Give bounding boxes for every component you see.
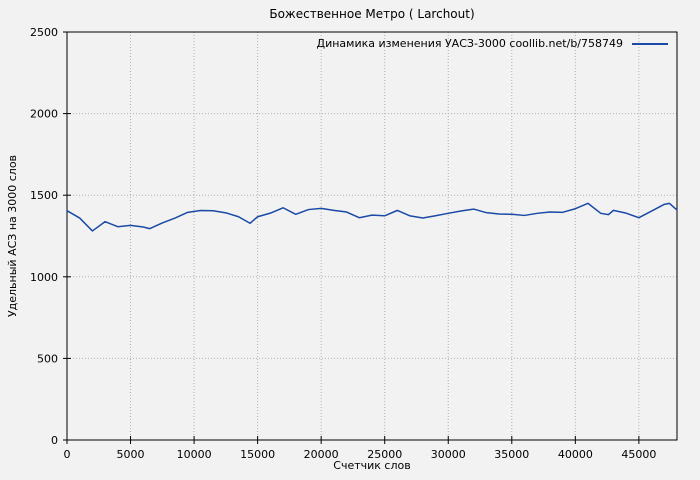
y-tick-label: 1000 — [30, 271, 58, 284]
plot-border — [66, 31, 678, 441]
y-tick-label: 2500 — [30, 26, 58, 39]
y-tick-label: 500 — [37, 352, 58, 365]
y-tick-label: 2000 — [30, 108, 58, 121]
x-axis-label: Счетчик слов — [333, 459, 411, 472]
series-line — [66, 202, 678, 232]
legend-line-sample — [632, 42, 668, 45]
chart-canvas: Божественное Метро ( Larchout) 0 5000 1000… — [0, 0, 700, 480]
y-axis-label: Удельный АСЗ на 3000 слов — [6, 154, 19, 318]
legend: Динамика изменения УАСЗ-3000 coollib.net… — [316, 37, 668, 50]
legend-label: Динамика изменения УАСЗ-3000 coollib.net… — [316, 37, 624, 50]
y-tick-label: 0 — [51, 434, 58, 447]
plot-area: 0 5000 10000 15000 20000 25000 30000 35000 40000… — [30, 26, 678, 461]
y-tick-label: 1500 — [30, 189, 58, 202]
